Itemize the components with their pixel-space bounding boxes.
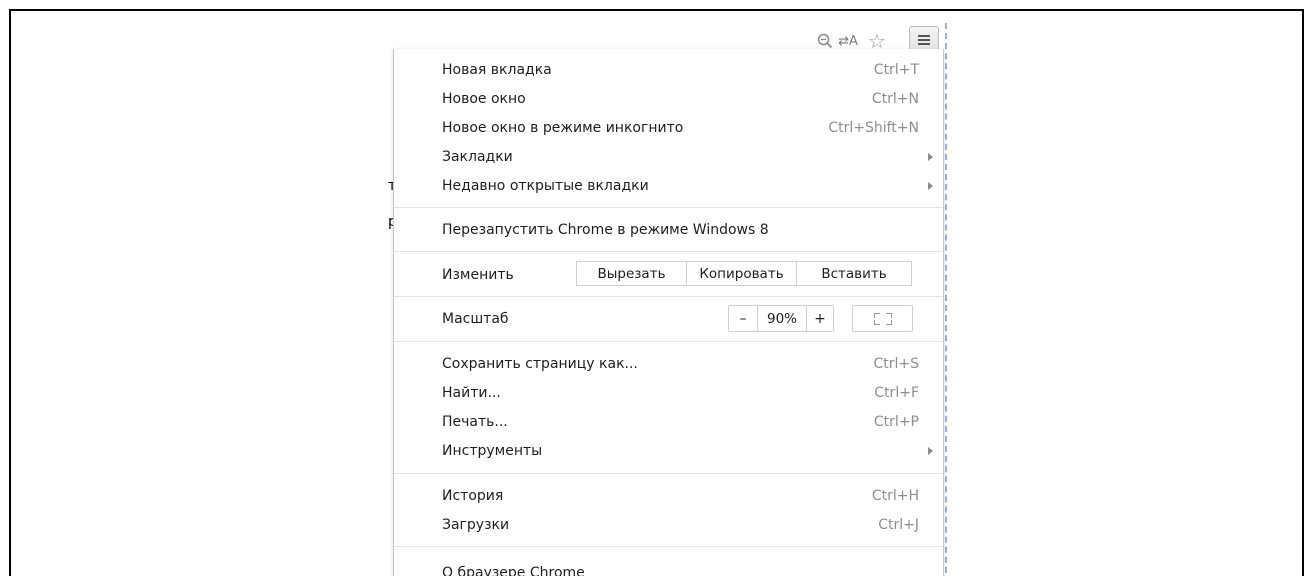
menu-separator xyxy=(394,251,943,252)
edit-button-group: Вырезать Копировать Вставить xyxy=(576,261,912,286)
menu-item-label: Сохранить страницу как... xyxy=(442,355,638,372)
menu-item-shortcut: Ctrl+T xyxy=(873,61,919,78)
menu-item-label: Инструменты xyxy=(442,442,543,459)
zoom-controls: – 90% + xyxy=(728,305,834,332)
menu-item-label: Новая вкладка xyxy=(442,61,552,78)
menu-item-history[interactable]: История Ctrl+H xyxy=(394,481,943,510)
zoom-in-button[interactable]: + xyxy=(807,306,833,331)
menu-item-new-tab[interactable]: Новая вкладка Ctrl+T xyxy=(394,55,943,84)
menu-item-label: Закладки xyxy=(442,148,513,165)
menu-item-recent-tabs[interactable]: Недавно открытые вкладки xyxy=(394,171,943,200)
menu-item-label: Новое окно xyxy=(442,90,526,107)
window-edge-guide xyxy=(945,23,947,576)
menu-separator xyxy=(394,296,943,297)
copy-button[interactable]: Копировать xyxy=(686,261,797,286)
menu-item-find[interactable]: Найти... Ctrl+F xyxy=(394,378,943,407)
menu-item-label: Новое окно в режиме инкогнито xyxy=(442,119,684,136)
menu-item-shortcut: Ctrl+S xyxy=(873,355,919,372)
menu-separator xyxy=(394,207,943,208)
menu-item-shortcut: Ctrl+Shift+N xyxy=(828,119,919,136)
menu-row-zoom: Масштаб – 90% + xyxy=(394,302,943,336)
submenu-arrow-icon xyxy=(928,181,933,190)
zoom-level-value: 90% xyxy=(757,306,807,331)
menu-item-print[interactable]: Печать... Ctrl+P xyxy=(394,407,943,436)
menu-row-edit: Изменить Вырезать Копировать Вставить xyxy=(394,258,943,292)
menu-item-relaunch-windows8[interactable]: Перезапустить Chrome в режиме Windows 8 xyxy=(394,215,943,244)
edit-label: Изменить xyxy=(442,267,514,283)
menu-item-shortcut: Ctrl+F xyxy=(874,384,919,401)
menu-item-label: Загрузки xyxy=(442,516,510,533)
menu-item-save-page[interactable]: Сохранить страницу как... Ctrl+S xyxy=(394,349,943,378)
menu-icon xyxy=(918,35,930,45)
menu-item-label: Перезапустить Chrome в режиме Windows 8 xyxy=(442,221,769,238)
menu-item-shortcut: Ctrl+H xyxy=(871,487,919,504)
menu-item-label: Печать... xyxy=(442,413,508,430)
menu-item-tools[interactable]: Инструменты xyxy=(394,436,943,465)
screenshot-frame: ⇄A ☆ т р Новая вкладка Ctrl+T Новое окно… xyxy=(9,9,1304,576)
paste-button[interactable]: Вставить xyxy=(796,261,912,286)
submenu-arrow-icon xyxy=(928,446,933,455)
menu-item-label: История xyxy=(442,487,504,504)
fullscreen-button[interactable] xyxy=(852,305,913,332)
menu-item-shortcut: Ctrl+P xyxy=(873,413,919,430)
menu-item-new-window[interactable]: Новое окно Ctrl+N xyxy=(394,84,943,113)
menu-item-shortcut: Ctrl+J xyxy=(878,516,919,533)
menu-separator xyxy=(394,473,943,474)
submenu-arrow-icon xyxy=(928,152,933,161)
cut-button[interactable]: Вырезать xyxy=(576,261,687,286)
menu-item-downloads[interactable]: Загрузки Ctrl+J xyxy=(394,510,943,539)
menu-item-about-chrome[interactable]: О браузере Chrome xyxy=(394,558,943,576)
menu-item-bookmarks[interactable]: Закладки xyxy=(394,142,943,171)
zoom-out-button[interactable]: – xyxy=(729,306,757,331)
menu-item-shortcut: Ctrl+N xyxy=(871,90,919,107)
menu-item-incognito-window[interactable]: Новое окно в режиме инкогнито Ctrl+Shift… xyxy=(394,113,943,142)
menu-separator xyxy=(394,341,943,342)
menu-item-label: Недавно открытые вкладки xyxy=(442,177,649,194)
menu-item-label: О браузере Chrome xyxy=(442,564,585,576)
menu-item-label: Найти... xyxy=(442,384,501,401)
zoom-label: Масштаб xyxy=(442,311,509,327)
menu-separator xyxy=(394,546,943,547)
fullscreen-icon xyxy=(873,312,892,325)
chrome-main-menu: Новая вкладка Ctrl+T Новое окно Ctrl+N Н… xyxy=(393,49,944,576)
